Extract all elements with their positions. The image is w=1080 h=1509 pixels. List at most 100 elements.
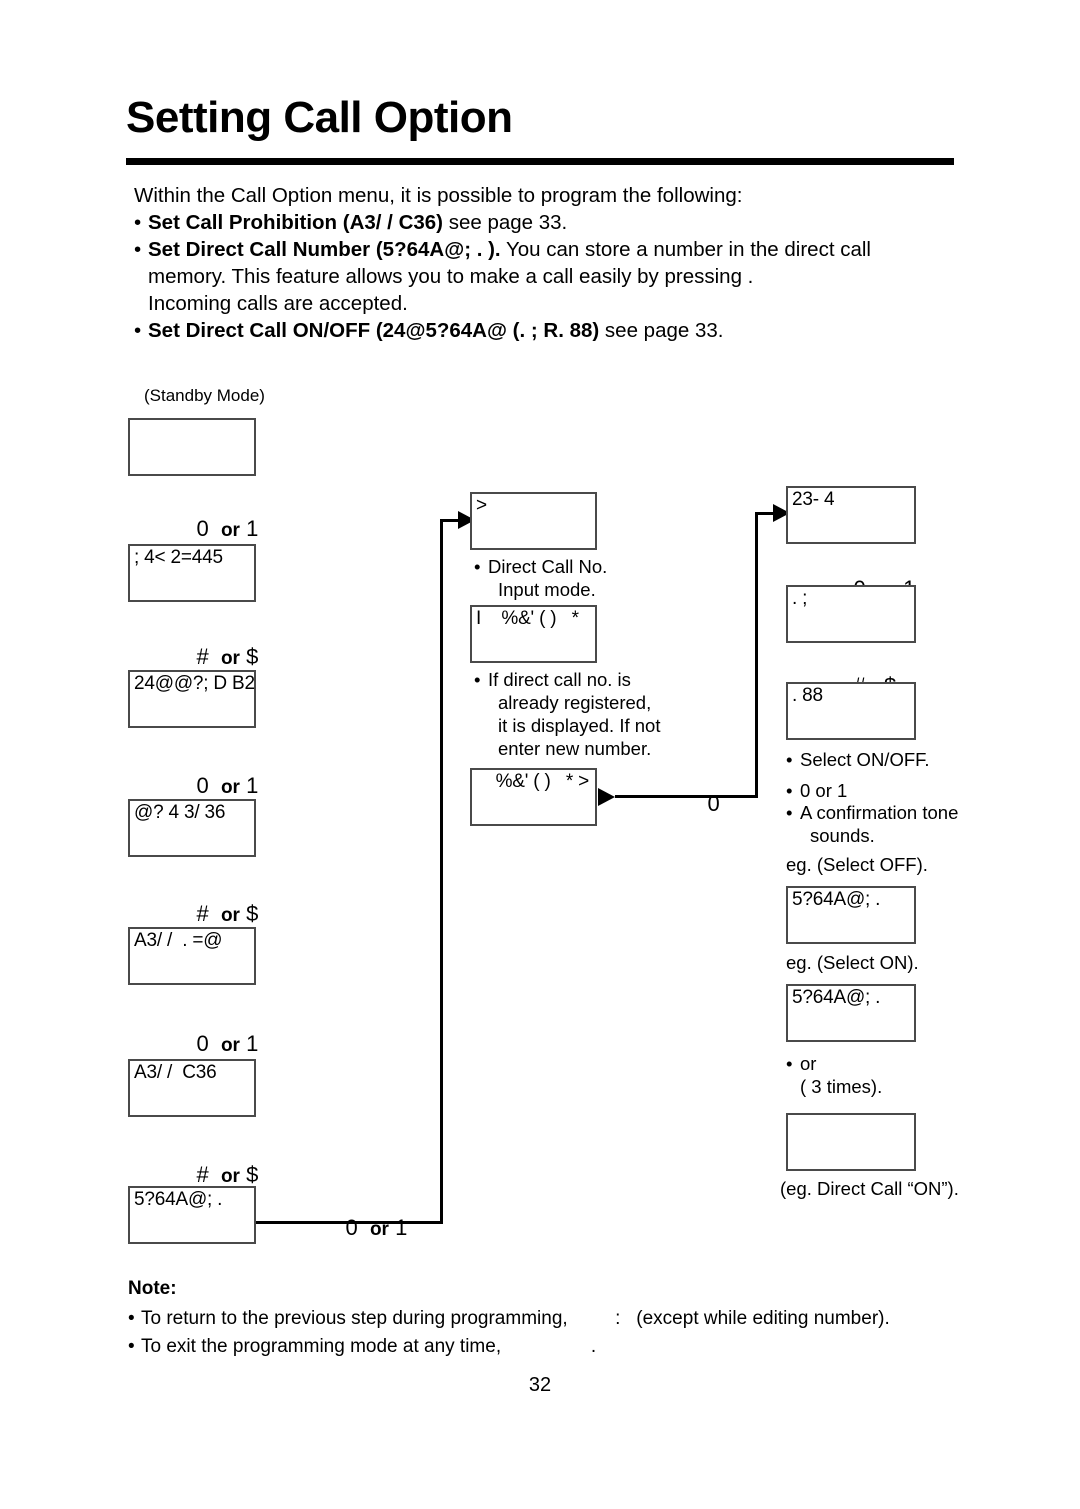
caption-line: already registered, [498,692,652,713]
bullet-2-bold: Set Direct Call Number (5?64A@; . ). [148,238,501,261]
key-glyph-primary: 0 [196,773,209,798]
lcd-text: . 88 [792,685,823,706]
lcd-screen-right-1: 23- 4 [786,486,916,544]
note-line-return-previous-step: To return to the previous step during pr… [128,1305,968,1333]
key-or-label: or [220,1035,240,1056]
key-glyph-primary: # [196,901,209,926]
key-glyph-primary: 0 [345,1215,358,1240]
key-glyph-primary: # [196,1162,209,1187]
intro-text: Within the Call Option menu, it is possi… [134,182,964,344]
label-example-select-on: eg. (Select ON). [786,952,919,973]
lcd-text: 24@@?; D B2 [134,673,255,694]
key-glyph-secondary: 1 [246,773,259,798]
intro-bullet-direct-call-onoff: Set Direct Call ON/OFF (24@5?64A@ (. ; R… [134,317,964,344]
intro-bullet-call-prohibition: Set Call Prohibition (A3/ / C36) see pag… [134,209,964,236]
connector-middle-to-right-horizontal [615,795,758,798]
caption-line: 0 or 1 [800,780,848,801]
key-or-label: or [220,648,240,669]
page-number: 32 [528,1374,552,1396]
caption-line: sounds. [810,825,875,846]
key-glyph-secondary: $ [246,1162,259,1187]
caption-line: Input mode. [498,579,596,600]
key-or-label: or [220,905,240,926]
caption-registered-number-note: If direct call no. is already registered… [474,668,660,760]
key-glyph-primary: 0 [196,516,209,541]
lcd-text: . ; [792,588,808,609]
lcd-text: A3/ / . =@ [134,930,223,951]
caption-line: If direct call no. is [488,669,631,690]
caption-line: A confirmation tone [800,802,959,823]
lcd-screen-middle-1: > [470,492,597,550]
lcd-text: I %&' ( ) * [476,608,579,629]
key-glyph-secondary: $ [246,644,259,669]
caption-line: enter new number. [498,738,652,759]
bullet-2-line2: memory. This feature allows you to make … [148,265,754,288]
key-or-label: or [220,777,240,798]
caption-line: it is displayed. If not [498,715,661,736]
lcd-text: 5?64A@; . [792,987,881,1008]
key-glyph-primary: # [196,644,209,669]
lcd-text: 5?64A@; . [134,1189,223,1210]
lcd-text: 5?64A@; . [792,889,881,910]
note-line-exit-programming: To exit the programming mode at any time… [128,1333,968,1361]
connector-left-to-middle-horizontal [256,1221,443,1224]
note-heading: Note: [128,1278,177,1299]
lcd-screen-right-2: . ; [786,585,916,643]
bullet-3-rest: see page 33. [599,319,724,342]
lcd-text: A3/ / C36 [134,1062,217,1083]
note-block: Note: To return to the previous step dur… [128,1275,968,1361]
caption-line: ( 3 times). [800,1076,883,1097]
bullet-1-bold: Set Call Prohibition (A3/ / C36) [148,211,444,234]
lcd-screen-left-5: A3/ / . =@ [128,927,256,985]
lcd-screen-left-1 [128,418,256,476]
caption-direct-call-input-mode: Direct Call No. Input mode. [474,555,607,601]
standby-mode-label: (Standby Mode) [144,386,265,405]
caption-line: or [800,1053,817,1074]
title-rule [126,158,954,165]
lcd-text: %&' ( ) * > [495,771,590,792]
intro-bullet-direct-call-number: Set Direct Call Number (5?64A@; . ). You… [134,236,964,317]
bullet-1-rest: see page 33. [443,211,568,234]
label-direct-call-on-result: (eg. Direct Call “ON”). [780,1178,959,1199]
manual-page: Setting Call Option Within the Call Opti… [0,0,1080,1509]
key-glyph-secondary: $ [246,901,259,926]
page-title: Setting Call Option [126,93,513,142]
key-glyph-secondary: 1 [395,1215,408,1240]
intro-lead: Within the Call Option menu, it is possi… [134,184,743,207]
lcd-screen-left-2: ; 4< 2=445 [128,544,256,602]
key-step-middle-exit: 0 [683,768,719,840]
arrow-out-of-middle-screen-icon [598,788,615,806]
caption-line: Select ON/OFF. [800,749,930,770]
key-or-label: or [220,1166,240,1187]
bullet-3-bold: Set Direct Call ON/OFF (24@5?64A@ (. ; R… [148,319,600,342]
caption-line: Direct Call No. [488,556,608,577]
lcd-screen-left-6: A3/ / C36 [128,1059,256,1117]
key-glyph-secondary: 1 [246,1031,259,1056]
label-example-select-off: eg. (Select OFF). [786,854,928,875]
connector-left-to-middle-vertical [440,519,443,1224]
lcd-screen-right-3: . 88 [786,682,916,740]
lcd-screen-middle-2: I %&' ( ) * [470,605,597,663]
lcd-screen-left-7: 5?64A@; . [128,1186,256,1244]
lcd-text: @? 4 3/ 36 [134,802,226,823]
lcd-screen-right-4-off: 5?64A@; . [786,886,916,944]
key-glyph-primary: 0 [196,1031,209,1056]
caption-or-times: or ( 3 times). [786,1052,882,1098]
bullet-2-line3: Incoming calls are accepted. [148,292,408,315]
key-step-left-exit: 0 or 1 [321,1192,407,1266]
key-glyph-secondary: 1 [246,516,259,541]
caption-key-hint: 0 or 1 [786,779,847,802]
lcd-screen-left-4: @? 4 3/ 36 [128,799,256,857]
lcd-screen-right-5-on: 5?64A@; . [786,984,916,1042]
bullet-2-rest: You can store a number in the direct cal… [500,238,871,261]
lcd-screen-right-6-result [786,1113,916,1171]
key-or-label: or [220,520,240,541]
lcd-screen-middle-3: %&' ( ) * > [470,768,597,826]
lcd-screen-left-3: 24@@?; D B2 [128,670,256,728]
caption-confirmation-tone: A confirmation tone sounds. [786,801,958,847]
lcd-text: > [476,495,487,516]
lcd-text: 23- 4 [792,489,835,510]
connector-middle-to-right-vertical [755,512,758,798]
caption-select-on-off: Select ON/OFF. [786,748,930,771]
lcd-text: ; 4< 2=445 [134,547,223,568]
